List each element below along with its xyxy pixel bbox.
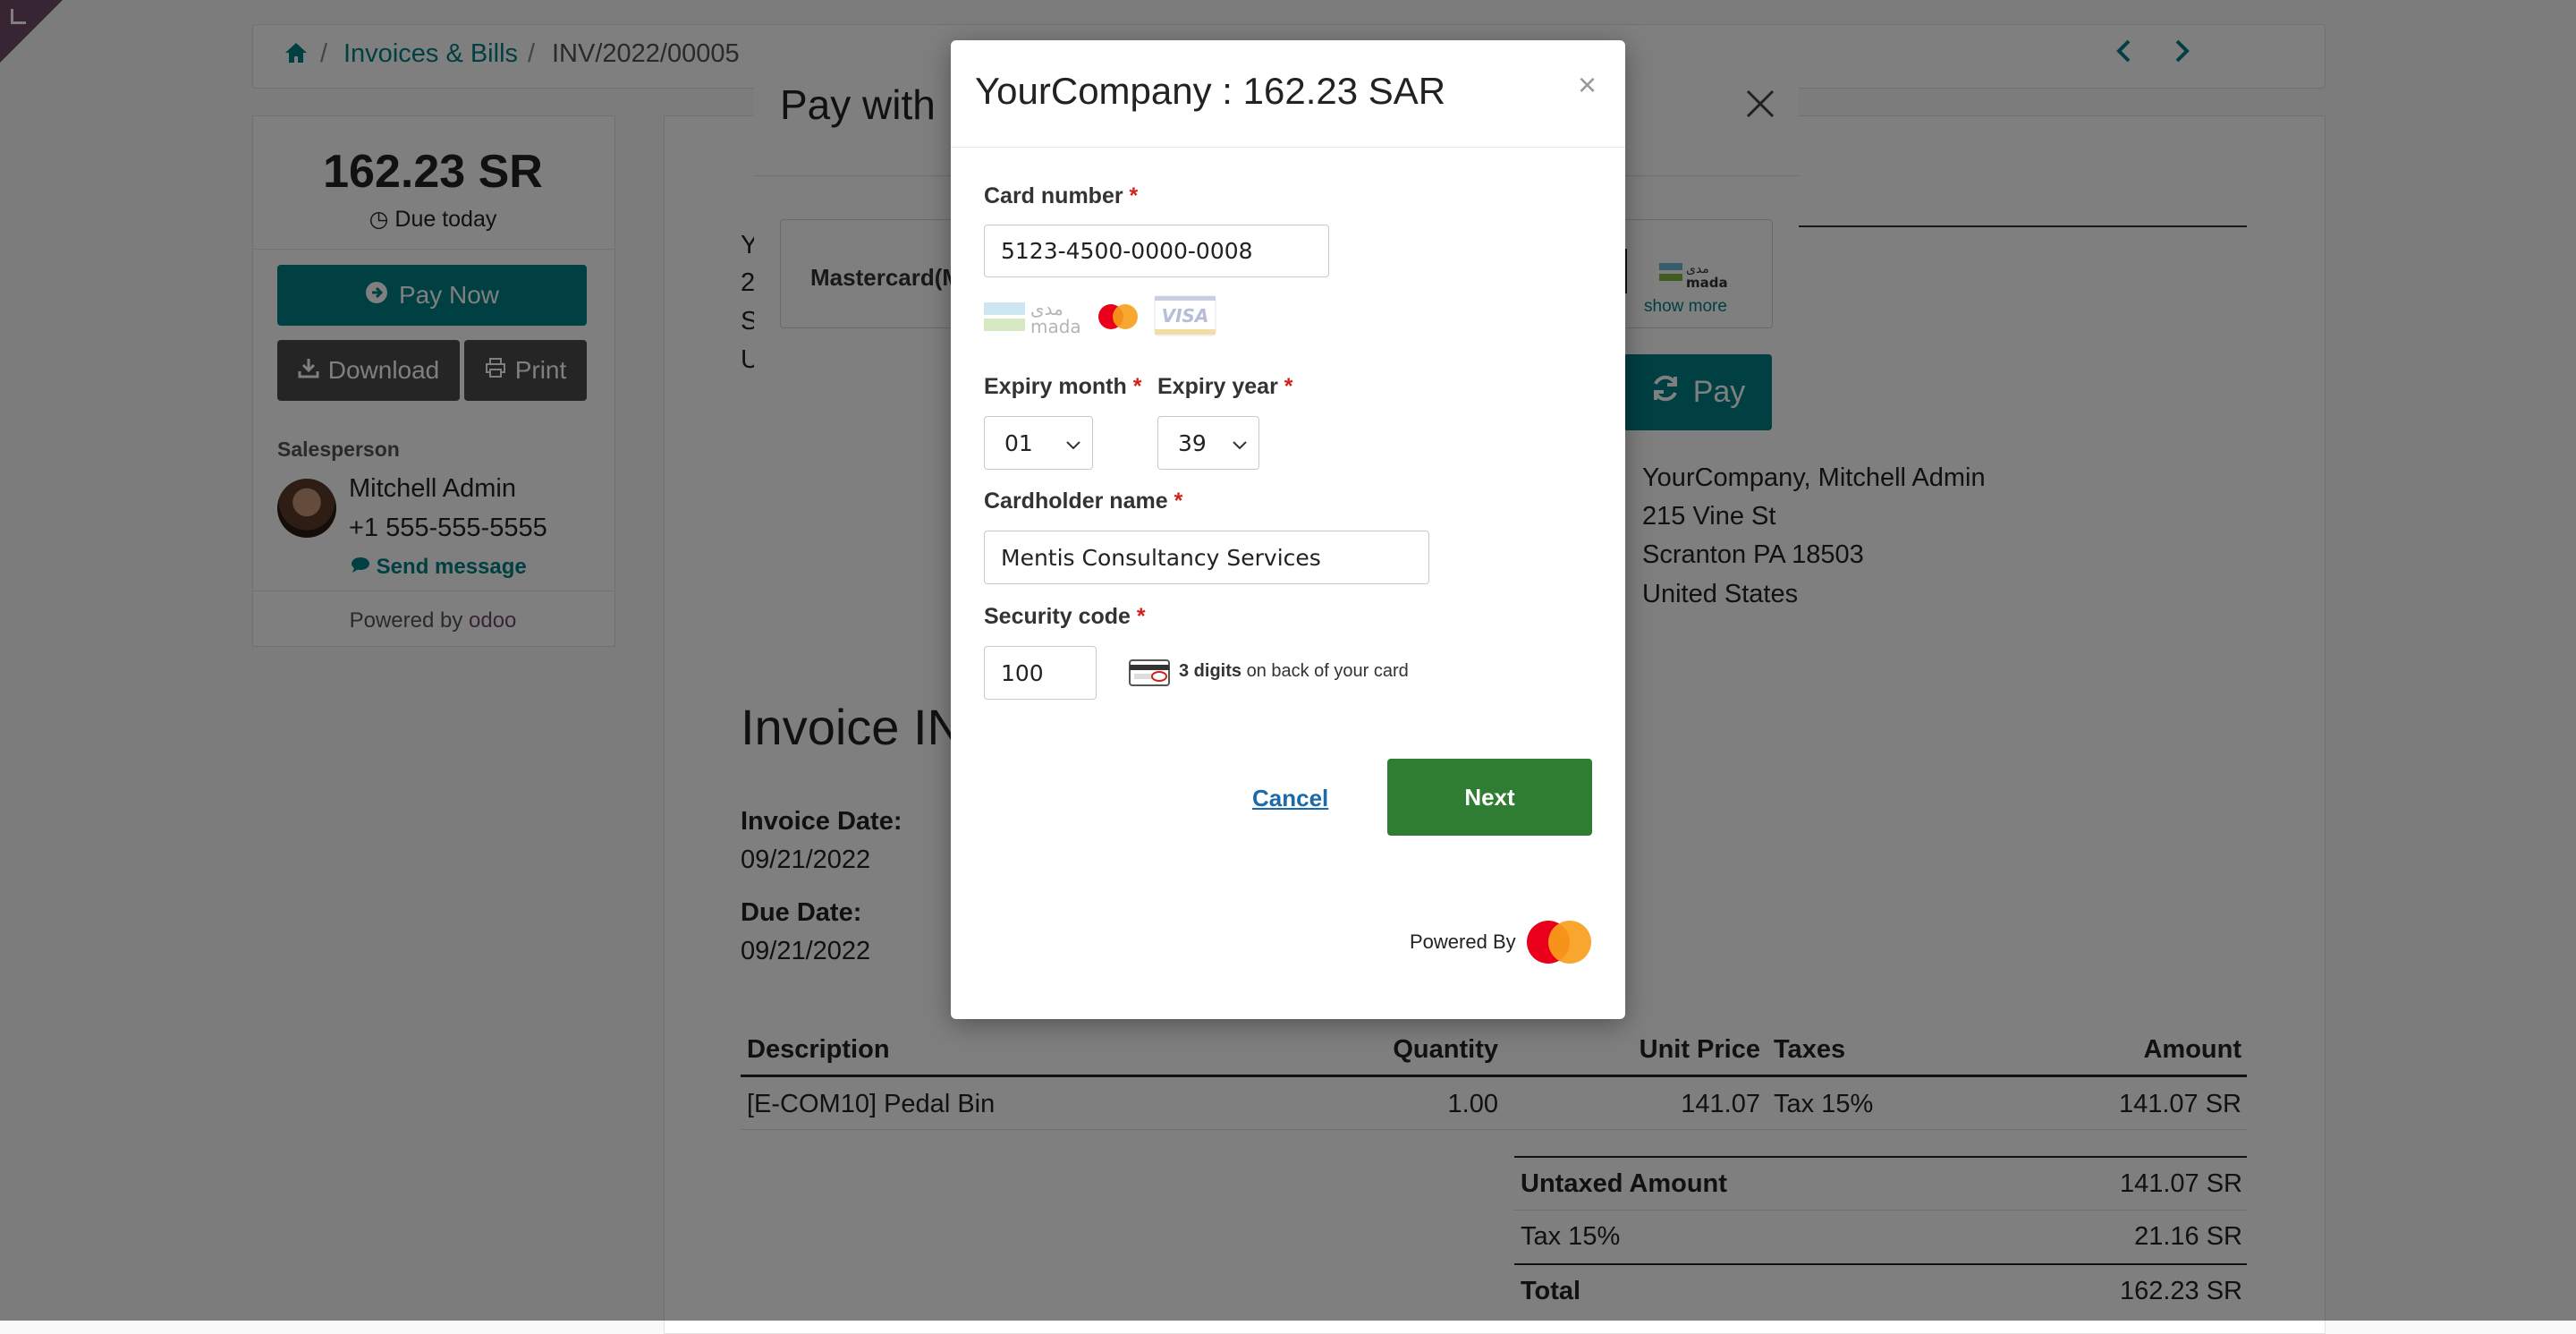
hint-bold: 3 digits (1179, 661, 1242, 681)
expiry-year-value: 39 (1178, 429, 1207, 456)
cardholder-name-label: Cardholder name * (984, 489, 1182, 514)
required-mark: * (1174, 489, 1183, 514)
security-code-input[interactable]: 100 (984, 646, 1097, 700)
required-mark: * (1136, 604, 1146, 629)
expiry-month-label-text: Expiry month (984, 374, 1127, 399)
dialog-title: YourCompany : 162.23 SAR (975, 70, 1446, 112)
required-mark: * (1129, 183, 1139, 208)
required-mark: * (1284, 374, 1293, 399)
expiry-month-select[interactable]: 01 (984, 416, 1093, 470)
security-code-label-text: Security code (984, 604, 1131, 629)
svg-text:mada: mada (1030, 316, 1081, 336)
expiry-month-label: Expiry month * (984, 374, 1141, 400)
svg-text:VISA: VISA (1162, 305, 1209, 327)
next-button[interactable]: Next (1387, 759, 1592, 836)
card-back-icon (1129, 659, 1170, 692)
cardholder-name-input[interactable]: Mentis Consultancy Services (984, 531, 1429, 584)
card-number-input[interactable]: 5123-4500-0000-0008 (984, 225, 1329, 277)
security-code-hint: 3 digits on back of your card (1179, 661, 1409, 682)
mada-card-icon: مدى mada (984, 297, 1082, 341)
cancel-button[interactable]: Cancel (1252, 785, 1328, 812)
security-code-label: Security code * (984, 604, 1146, 630)
required-mark: * (1132, 374, 1142, 399)
card-number-label-text: Card number (984, 183, 1123, 208)
dialog-header-rule (951, 147, 1625, 148)
expiry-year-label-text: Expiry year (1157, 374, 1278, 399)
mastercard-logo-icon (1523, 918, 1595, 971)
chevron-down-icon (1065, 430, 1081, 456)
mastercard-icon (1093, 301, 1143, 337)
powered-by-label: Powered By (1410, 930, 1516, 953)
expiry-year-select[interactable]: 39 (1157, 416, 1259, 470)
close-icon[interactable]: × (1578, 66, 1597, 104)
hint-text: on back of your card (1246, 661, 1409, 681)
card-number-label: Card number * (984, 183, 1138, 209)
expiry-month-value: 01 (1004, 429, 1033, 456)
chevron-down-icon (1232, 430, 1248, 456)
visa-icon: VISA (1154, 295, 1216, 341)
cardholder-name-label-text: Cardholder name (984, 489, 1168, 514)
expiry-year-label: Expiry year * (1157, 374, 1293, 400)
